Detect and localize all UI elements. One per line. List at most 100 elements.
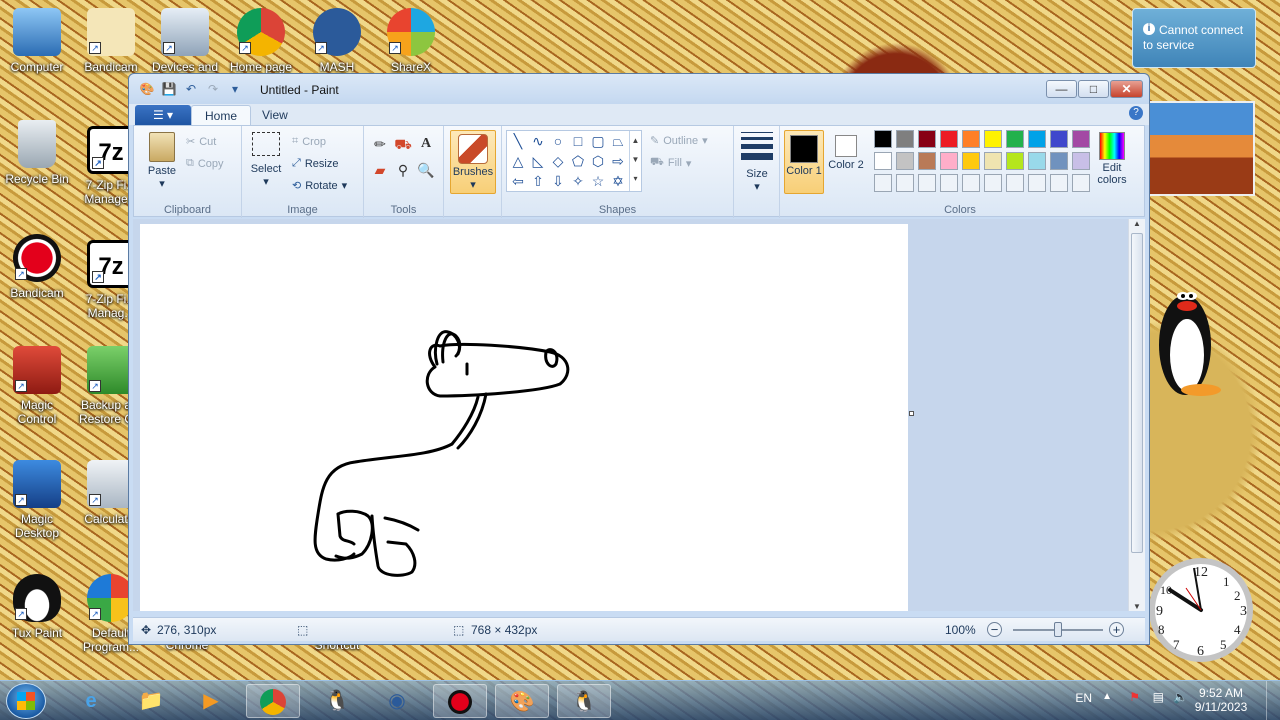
palette-color-swatch[interactable] (1050, 130, 1068, 148)
rectangle-shape-icon[interactable]: □ (569, 132, 587, 150)
vertical-scrollbar[interactable]: ▲ ▼ (1128, 219, 1145, 611)
desktop-icon-bandicam[interactable]: ↗ Bandicam (74, 8, 148, 74)
size-button[interactable]: Size ▾ (738, 132, 776, 193)
palette-empty-swatch[interactable] (874, 174, 892, 192)
palette-color-swatch[interactable] (1006, 130, 1024, 148)
up-arrow-shape-icon[interactable]: ⇧ (529, 172, 547, 190)
fill-button[interactable]: ⛟ Fill ▾ (650, 156, 691, 170)
save-icon[interactable]: 💾 (161, 82, 177, 96)
title-bar[interactable]: 🎨 💾 ↶ ↷ ▾ Untitled - Paint — □ ✕ (129, 74, 1149, 104)
network-icon[interactable]: ▤ (1153, 690, 1164, 704)
zoom-in-button[interactable]: + (1109, 622, 1124, 637)
desktop-icon-recycle-bin[interactable]: Recycle Bin (0, 120, 74, 186)
right-triangle-shape-icon[interactable]: ◺ (529, 152, 547, 170)
five-point-star-shape-icon[interactable]: ☆ (589, 172, 607, 190)
palette-empty-swatch[interactable] (940, 174, 958, 192)
magnifier-icon[interactable]: 🔍 (416, 160, 436, 180)
crop-button[interactable]: ⌗ Crop (292, 135, 326, 148)
desktop-icon-mash[interactable]: ↗ MASH (300, 8, 374, 74)
palette-color-swatch[interactable] (896, 130, 914, 148)
palette-color-swatch[interactable] (896, 152, 914, 170)
paint-app-icon[interactable]: 🎨 (139, 82, 155, 96)
right-arrow-shape-icon[interactable]: ⇨ (609, 152, 627, 170)
triangle-shape-icon[interactable]: △ (509, 152, 527, 170)
scrollbar-thumb[interactable] (1131, 233, 1143, 553)
polygon-shape-icon[interactable]: ⏢ (609, 132, 627, 150)
desktop-icon-magic-control[interactable]: ↗ Magic Control (0, 346, 74, 426)
drawing-canvas[interactable] (140, 224, 908, 611)
cut-button[interactable]: ✂ Cut (186, 135, 216, 149)
desktop-icon-bandicam-2[interactable]: ↗ Bandicam (0, 234, 74, 300)
tab-view[interactable]: View (249, 105, 301, 125)
edit-colors-button[interactable]: Edit colors (1092, 132, 1132, 186)
text-tool-icon[interactable]: A (416, 134, 436, 154)
taskbar-tux-icon[interactable]: 🐧 (310, 684, 364, 718)
eraser-icon[interactable]: ▰ (370, 160, 390, 180)
palette-color-swatch[interactable] (1028, 130, 1046, 148)
desktop-icon-home-page[interactable]: ↗ Home page (224, 8, 298, 74)
minimize-button[interactable]: — (1046, 80, 1077, 98)
palette-color-swatch[interactable] (962, 130, 980, 148)
hexagon-shape-icon[interactable]: ⬡ (589, 152, 607, 170)
palette-empty-swatch[interactable] (1050, 174, 1068, 192)
palette-empty-swatch[interactable] (984, 174, 1002, 192)
palette-color-swatch[interactable] (984, 152, 1002, 170)
clock[interactable]: 9:52 AM 9/11/2023 (1194, 686, 1248, 714)
help-icon[interactable]: ? (1129, 106, 1143, 120)
select-button[interactable]: Select ▾ (248, 132, 284, 188)
scroll-down-icon[interactable]: ▼ (1129, 602, 1145, 611)
rounded-rectangle-shape-icon[interactable]: ▢ (589, 132, 607, 150)
taskbar-pingu-icon[interactable]: 🐧 (557, 684, 611, 718)
show-desktop-button[interactable] (1266, 681, 1280, 720)
desktop-icon-computer[interactable]: Computer (0, 8, 74, 74)
line-shape-icon[interactable]: ╲ (509, 132, 527, 150)
palette-empty-swatch[interactable] (1006, 174, 1024, 192)
pencil-icon[interactable]: ✏ (370, 134, 390, 154)
oval-shape-icon[interactable]: ○ (549, 132, 567, 150)
connection-notification[interactable]: i Cannot connect to service (1132, 8, 1256, 68)
brushes-button[interactable]: Brushes ▾ (450, 130, 496, 194)
color-picker-icon[interactable]: ⚲ (393, 160, 413, 180)
outline-button[interactable]: ✎ Outline ▾ (650, 134, 708, 148)
taskbar-bandicam-icon[interactable] (433, 684, 487, 718)
shapes-scroll[interactable]: ▲ ▼ ▾ (629, 131, 641, 191)
action-center-icon[interactable]: ⚑ (1129, 690, 1140, 704)
palette-color-swatch[interactable] (1050, 152, 1068, 170)
palette-color-swatch[interactable] (984, 130, 1002, 148)
rotate-button[interactable]: ⟲ Rotate ▾ (292, 179, 347, 193)
palette-color-swatch[interactable] (918, 130, 936, 148)
taskbar-mash-icon[interactable]: ◉ (370, 684, 424, 718)
six-point-star-shape-icon[interactable]: ✡ (609, 172, 627, 190)
show-hidden-icons-icon[interactable]: ▲ (1102, 691, 1112, 702)
scroll-up-icon[interactable]: ▲ (1129, 219, 1145, 228)
palette-color-swatch[interactable] (1028, 152, 1046, 170)
resize-button[interactable]: ⤢ Resize (292, 157, 338, 170)
palette-color-swatch[interactable] (1006, 152, 1024, 170)
zoom-slider-thumb[interactable] (1054, 622, 1062, 637)
tab-home[interactable]: Home (191, 105, 252, 125)
down-arrow-shape-icon[interactable]: ⇩ (549, 172, 567, 190)
language-indicator[interactable]: EN (1075, 691, 1092, 705)
taskbar-media-player-icon[interactable]: ▶ (184, 684, 238, 718)
pingu-gadget-icon[interactable] (1155, 280, 1225, 400)
copy-button[interactable]: ⧉ Copy (186, 157, 224, 170)
clock-gadget[interactable]: 12 3 6 9 1 2 4 5 7 8 10 (1146, 548, 1256, 668)
palette-color-swatch[interactable] (874, 152, 892, 170)
zoom-out-button[interactable]: − (987, 622, 1002, 637)
taskbar-paint-icon[interactable]: 🎨 (495, 684, 549, 718)
palette-empty-swatch[interactable] (896, 174, 914, 192)
taskbar-explorer-icon[interactable]: 📁 (124, 684, 178, 718)
close-button[interactable]: ✕ (1110, 80, 1143, 98)
taskbar-ie-icon[interactable]: e (64, 684, 118, 718)
paint-window[interactable]: 🎨 💾 ↶ ↷ ▾ Untitled - Paint — □ ✕ ☰ ▾ Hom… (128, 73, 1150, 645)
redo-icon[interactable]: ↷ (205, 82, 221, 96)
diamond-shape-icon[interactable]: ◇ (549, 152, 567, 170)
desktop-icon-magic-desktop[interactable]: ↗ Magic Desktop (0, 460, 74, 540)
canvas-resize-handle[interactable] (909, 411, 914, 416)
color2-button[interactable]: Color 2 (826, 130, 866, 194)
start-button[interactable] (6, 683, 46, 719)
four-point-star-shape-icon[interactable]: ✧ (569, 172, 587, 190)
desktop-icon-tux-paint[interactable]: ↗ Tux Paint (0, 574, 74, 640)
volume-icon[interactable]: 🔈 (1173, 690, 1188, 704)
paint-menu-button[interactable]: ☰ ▾ (135, 105, 191, 125)
